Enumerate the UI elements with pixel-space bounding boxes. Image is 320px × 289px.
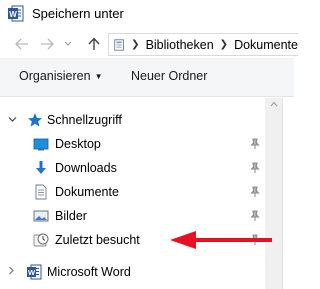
address-bar[interactable]: ❯ Bibliotheken ❯ Dokumente <box>108 33 298 56</box>
documents-icon <box>35 184 47 200</box>
word-app-icon: W <box>8 5 24 22</box>
quick-access-label: Schnellzugriff <box>47 113 122 127</box>
chevron-expanded-icon[interactable] <box>8 114 18 126</box>
breadcrumb-separator-icon[interactable]: ❯ <box>220 39 228 50</box>
up-button[interactable] <box>84 30 104 58</box>
pin-icon[interactable] <box>249 162 261 174</box>
back-button[interactable] <box>12 30 32 58</box>
chevron-up-icon <box>270 101 277 107</box>
file-list-edge <box>282 98 294 289</box>
tree-item-downloads[interactable]: Downloads <box>0 156 265 180</box>
pictures-icon <box>33 210 49 222</box>
library-icon <box>114 38 124 51</box>
tree-item-documents[interactable]: Dokumente <box>0 180 265 204</box>
pin-icon[interactable] <box>249 138 261 150</box>
pin-icon[interactable] <box>249 186 261 198</box>
tree-item-microsoft-word[interactable]: W Microsoft Word <box>0 260 265 284</box>
breadcrumb-libraries[interactable]: Bibliotheken <box>146 38 214 52</box>
new-folder-label: Neuer Ordner <box>131 69 208 83</box>
svg-text:W: W <box>9 10 17 19</box>
back-arrow-icon <box>15 38 28 50</box>
title-bar: W Speichern unter <box>0 0 294 28</box>
svg-text:W: W <box>28 268 36 277</box>
recent-places-icon <box>33 233 49 247</box>
documents-label: Dokumente <box>55 185 119 199</box>
chevron-down-icon <box>64 41 72 46</box>
desktop-icon <box>33 138 49 151</box>
microsoft-word-label: Microsoft Word <box>47 265 131 279</box>
downloads-icon <box>36 161 46 174</box>
breadcrumb-separator-icon[interactable]: ❯ <box>131 39 139 50</box>
window-title: Speichern unter <box>32 6 124 21</box>
chevron-right-icon[interactable] <box>8 266 18 278</box>
breadcrumb-documents[interactable]: Dokumente <box>234 38 298 52</box>
vertical-scrollbar[interactable] <box>265 98 282 289</box>
scroll-up-button[interactable] <box>265 98 282 112</box>
tree-item-pictures[interactable]: Bilder <box>0 204 265 228</box>
up-arrow-icon <box>88 37 100 50</box>
dropdown-arrow-icon: ▼ <box>94 72 103 81</box>
annotation-arrow-icon <box>170 231 272 249</box>
downloads-label: Downloads <box>55 161 117 175</box>
word-icon: W <box>27 264 42 280</box>
forward-button[interactable] <box>37 30 57 58</box>
pin-icon[interactable] <box>249 210 261 222</box>
tree-item-quick-access[interactable]: Schnellzugriff <box>0 108 265 132</box>
pictures-label: Bilder <box>55 209 87 223</box>
tree-item-desktop[interactable]: Desktop <box>0 132 265 156</box>
star-icon <box>28 113 42 127</box>
command-bar: Organisieren ▼ Neuer Ordner <box>0 59 294 97</box>
forward-arrow-icon <box>41 38 54 50</box>
organize-button[interactable]: Organisieren ▼ <box>19 69 103 83</box>
navigation-bar: ❯ Bibliotheken ❯ Dokumente <box>0 30 298 58</box>
navigation-pane: Schnellzugriff Desktop Downloads Dokumen… <box>0 98 294 289</box>
organize-label: Organisieren <box>19 69 91 83</box>
recent-places-label: Zuletzt besucht <box>55 233 140 247</box>
desktop-label: Desktop <box>55 137 101 151</box>
recent-locations-button[interactable] <box>61 30 75 58</box>
new-folder-button[interactable]: Neuer Ordner <box>131 69 207 83</box>
